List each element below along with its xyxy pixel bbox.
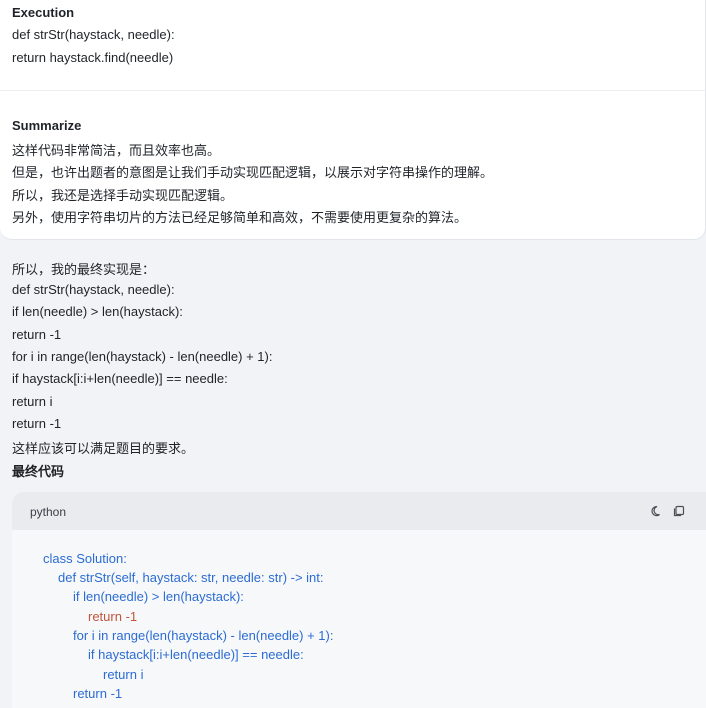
code-header: python — [12, 492, 706, 530]
final-code-heading: 最终代码 — [12, 464, 65, 479]
copy-icon[interactable] — [672, 504, 686, 518]
summarize-line: 所以，我还是选择手动实现匹配逻辑。 — [12, 188, 234, 203]
answer-line: def strStr(haystack, needle): — [12, 282, 175, 297]
code-text: for i in range(len(haystack) - len(needl… — [73, 628, 334, 643]
code-text: def strStr(self, haystack: str, needle: … — [58, 570, 324, 585]
summarize-line: 另外，使用字符串切片的方法已经足够简单和高效，不需要使用更复杂的算法。 — [12, 210, 468, 225]
answer-line: return i — [12, 394, 53, 409]
execution-title: Execution — [12, 5, 75, 20]
answer-line: return -1 — [12, 416, 62, 431]
code-line: return -1 — [88, 609, 137, 624]
code-line: if len(needle) > len(haystack): — [73, 589, 244, 604]
code-line: return i — [103, 667, 143, 682]
code-line: class Solution: — [43, 551, 127, 566]
result-card: Execution def strStr(haystack, needle): … — [0, 0, 706, 240]
code-line: for i in range(len(haystack) - len(needl… — [73, 628, 333, 643]
execution-line: return haystack.find(needle) — [12, 50, 174, 65]
code-language-label: python — [30, 505, 67, 519]
summarize-line: 这样代码非常简洁，而且效率也高。 — [12, 143, 221, 158]
answer-line: for i in range(len(haystack) - len(needl… — [12, 349, 273, 364]
answer-line: 所以，我的最终实现是： — [12, 262, 156, 277]
summarize-line: 但是，也许出题者的意图是让我们手动实现匹配逻辑，以展示对字符串操作的理解。 — [12, 165, 494, 180]
answer-line: if haystack[i:i+len(needle)] == needle: — [12, 371, 228, 386]
code-line: return -1 — [73, 686, 122, 701]
summarize-title: Summarize — [12, 118, 82, 133]
code-text: return i — [103, 667, 144, 682]
code-text: class Solution: — [43, 551, 127, 566]
code-block: python class Solution: def strStr(self, … — [12, 492, 706, 708]
code-text: if haystack[i:i+len(needle)] == needle: — [88, 647, 304, 662]
moon-icon[interactable] — [650, 504, 664, 518]
code-text: return -1 — [88, 609, 138, 624]
code-line: if haystack[i:i+len(needle)] == needle: — [88, 647, 304, 662]
answer-line: if len(needle) > len(haystack): — [12, 304, 183, 319]
execution-line: def strStr(haystack, needle): — [12, 27, 175, 42]
answer-line: return -1 — [12, 327, 62, 342]
section-divider — [0, 90, 706, 91]
answer-line: 这样应该可以满足题目的要求。 — [12, 441, 195, 456]
code-text: return -1 — [73, 686, 123, 701]
code-text: if len(needle) > len(haystack): — [73, 589, 244, 604]
code-line: def strStr(self, haystack: str, needle: … — [58, 570, 324, 585]
